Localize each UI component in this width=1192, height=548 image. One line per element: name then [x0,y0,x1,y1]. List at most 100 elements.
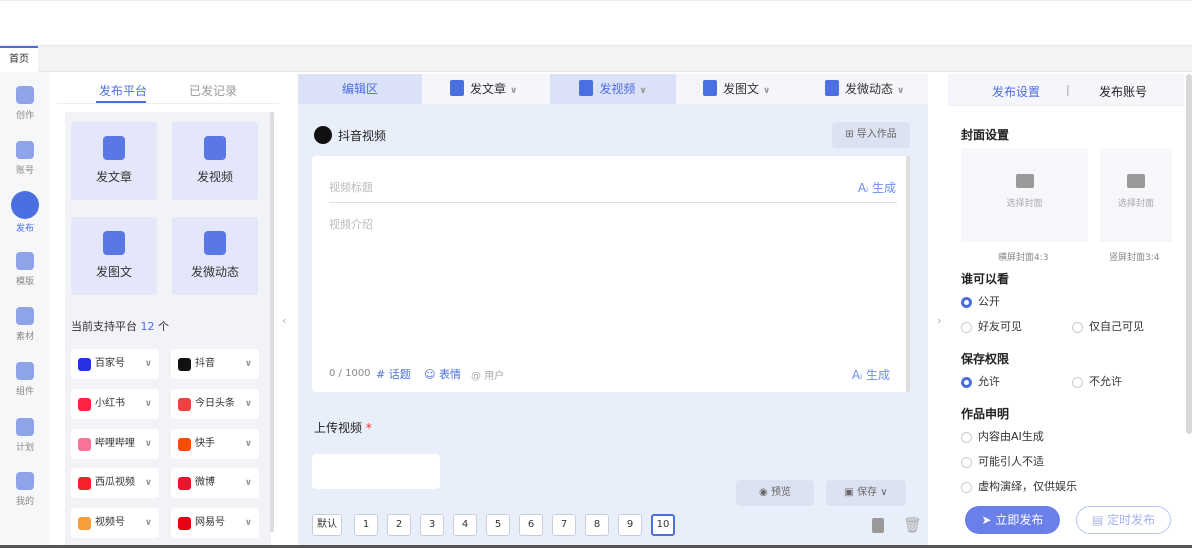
mention-button[interactable]: @ 用户 [471,367,504,382]
rail-item-account[interactable]: 账号 [0,141,50,176]
chevron-down-icon: ∨ [144,359,152,369]
rail-item-component[interactable]: 组件 [0,362,50,397]
chevron-down-icon: ∨ [639,86,647,96]
rail-item-plan[interactable]: 计划 [0,418,50,453]
copy-icon[interactable] [872,518,884,533]
platform-xiaohongshu[interactable]: 小红书 ∨ [71,389,159,419]
platform-title: 抖音视频 [338,129,387,143]
collapse-right-icon[interactable]: › [937,314,941,327]
rail-item-material[interactable]: 素材 [0,307,50,342]
kuaishou-icon [178,438,191,451]
schedule-publish-button[interactable]: ▤ 定时发布 [1076,506,1171,534]
rail-item-mine[interactable]: 我的 [0,472,50,507]
save-button[interactable]: ▣ 保存 ∨ [826,480,906,506]
trash-icon[interactable]: 🗑 [903,516,922,534]
chevron-down-icon: ∨ [144,518,152,528]
card-video[interactable]: 发视频 [172,122,258,200]
image-icon [703,80,717,96]
platform-bilibili[interactable]: 哔哩哔哩 ∨ [71,429,159,459]
platform-wangyihao[interactable]: 网易号 ∨ [171,508,259,538]
rail-item-template[interactable]: 模版 [0,252,50,287]
card-article[interactable]: 发文章 [71,122,157,200]
micro-post-icon [825,80,839,96]
chevron-down-icon: ∨ [144,478,152,488]
radio-fiction[interactable]: 虚构演绎，仅供娱乐 [961,480,1077,494]
page-5[interactable]: 5 [486,514,510,536]
platform-kuaishou[interactable]: 快手 ∨ [171,429,259,459]
platform-toutiao[interactable]: 今日头条 ∨ [171,389,259,419]
cover-vertical[interactable]: 选择封面 [1100,148,1172,242]
cover-h-label: 横屏封面4:3 [998,253,1049,263]
publish-now-button[interactable]: ➤ 立即发布 [965,506,1060,534]
preview-button[interactable]: ◉ 预览 [736,480,814,506]
upload-dropzone[interactable] [312,454,440,489]
left-tabs: 发布平台 已发记录 [57,74,279,104]
platform-weibo[interactable]: 微博 ∨ [171,468,259,498]
radio-disturbing[interactable]: 可能引人不适 [961,455,1044,469]
page-4[interactable]: 4 [453,514,477,536]
page-default[interactable]: 默认 [312,514,342,536]
tab-micro-post[interactable]: 发微动态 ∨ [825,74,904,104]
page-7[interactable]: 7 [552,514,576,536]
page-1[interactable]: 1 [354,514,378,536]
calendar-icon [16,418,34,436]
import-button[interactable]: ⊞ 导入作品 [832,122,910,148]
radio-ai-generated[interactable]: 内容由AI生成 [961,430,1044,444]
page-2[interactable]: 2 [387,514,411,536]
tab-publish-platform[interactable]: 发布平台 [99,82,147,99]
platform-baijiahao[interactable]: 百家号 ∨ [71,349,159,379]
left-panel: 发布平台 已发记录 发文章 发视频 发图文 发微动态 当前支持平台 12 个 百… [57,74,279,548]
radio-public[interactable]: 公开 [961,295,1000,309]
tab-publish-settings[interactable]: 发布设置 [992,83,1040,100]
chevron-down-icon: ∨ [244,518,252,528]
ai-intro-button[interactable]: Aᵢ 生成 [852,366,890,383]
page-9[interactable]: 9 [618,514,642,536]
radio-private[interactable]: 仅自己可见 [1072,320,1144,334]
video-icon [204,136,226,160]
chevron-down-icon: ∨ [897,86,905,96]
card-image-text[interactable]: 发图文 [71,217,157,295]
platform-douyin[interactable]: 抖音 ∨ [171,349,259,379]
page-6[interactable]: 6 [519,514,543,536]
platform-xigua[interactable]: 西瓜视频 ∨ [71,468,159,498]
chevron-down-icon: ∨ [877,487,888,498]
radio-allow[interactable]: 允许 [961,375,1000,389]
tab-article[interactable]: 发文章 ∨ [450,74,517,104]
left-scrollbar[interactable] [270,112,274,532]
page-10[interactable]: 10 [651,514,675,536]
ai-title-button[interactable]: Aᵢ 生成 [858,179,896,196]
wangyihao-icon [178,517,191,530]
tab-publish-history[interactable]: 已发记录 [189,82,237,99]
card-micro-post[interactable]: 发微动态 [172,217,258,295]
micro-post-icon [204,231,226,255]
editor-scrollbar[interactable] [906,156,910,392]
platform-shipinhao[interactable]: 视频号 ∨ [71,508,159,538]
emoji-button[interactable]: ☺ 表情 [424,366,461,382]
eye-icon: ◉ [759,487,771,498]
tab-publish-account[interactable]: 发布账号 [1099,83,1147,100]
page-3[interactable]: 3 [420,514,444,536]
douyin-icon [314,126,332,144]
intro-input[interactable]: 视频介绍 [329,216,373,232]
tab-edit-area[interactable]: 编辑区 [298,74,422,104]
page-8[interactable]: 8 [585,514,609,536]
toutiao-icon [178,398,191,411]
radio-friends[interactable]: 好友可见 [961,320,1022,334]
rail-item-publish[interactable]: 发布 [0,191,50,234]
tab-image-text[interactable]: 发图文 ∨ [703,74,770,104]
right-scrollbar[interactable] [1186,74,1192,434]
tab-home[interactable]: 首页 [0,46,38,72]
topic-button[interactable]: # 话题 [376,366,411,382]
rail-item-create[interactable]: 创作 [0,86,50,121]
save-icon: ▣ [844,487,858,498]
cover-horizontal[interactable]: 选择封面 [961,148,1088,242]
upload-label: 上传视频 * [314,421,372,435]
right-tabs: 发布设置 | 发布账号 [948,74,1184,106]
radio-disallow[interactable]: 不允许 [1072,375,1122,389]
chevron-down-icon: ∨ [244,439,252,449]
import-icon: ⊞ [845,129,857,140]
collapse-left-icon[interactable]: ‹ [282,314,286,327]
tab-video[interactable]: 发视频 ∨ [550,74,676,104]
title-input[interactable]: 视频标题 [329,179,373,195]
pen-icon [16,86,34,104]
